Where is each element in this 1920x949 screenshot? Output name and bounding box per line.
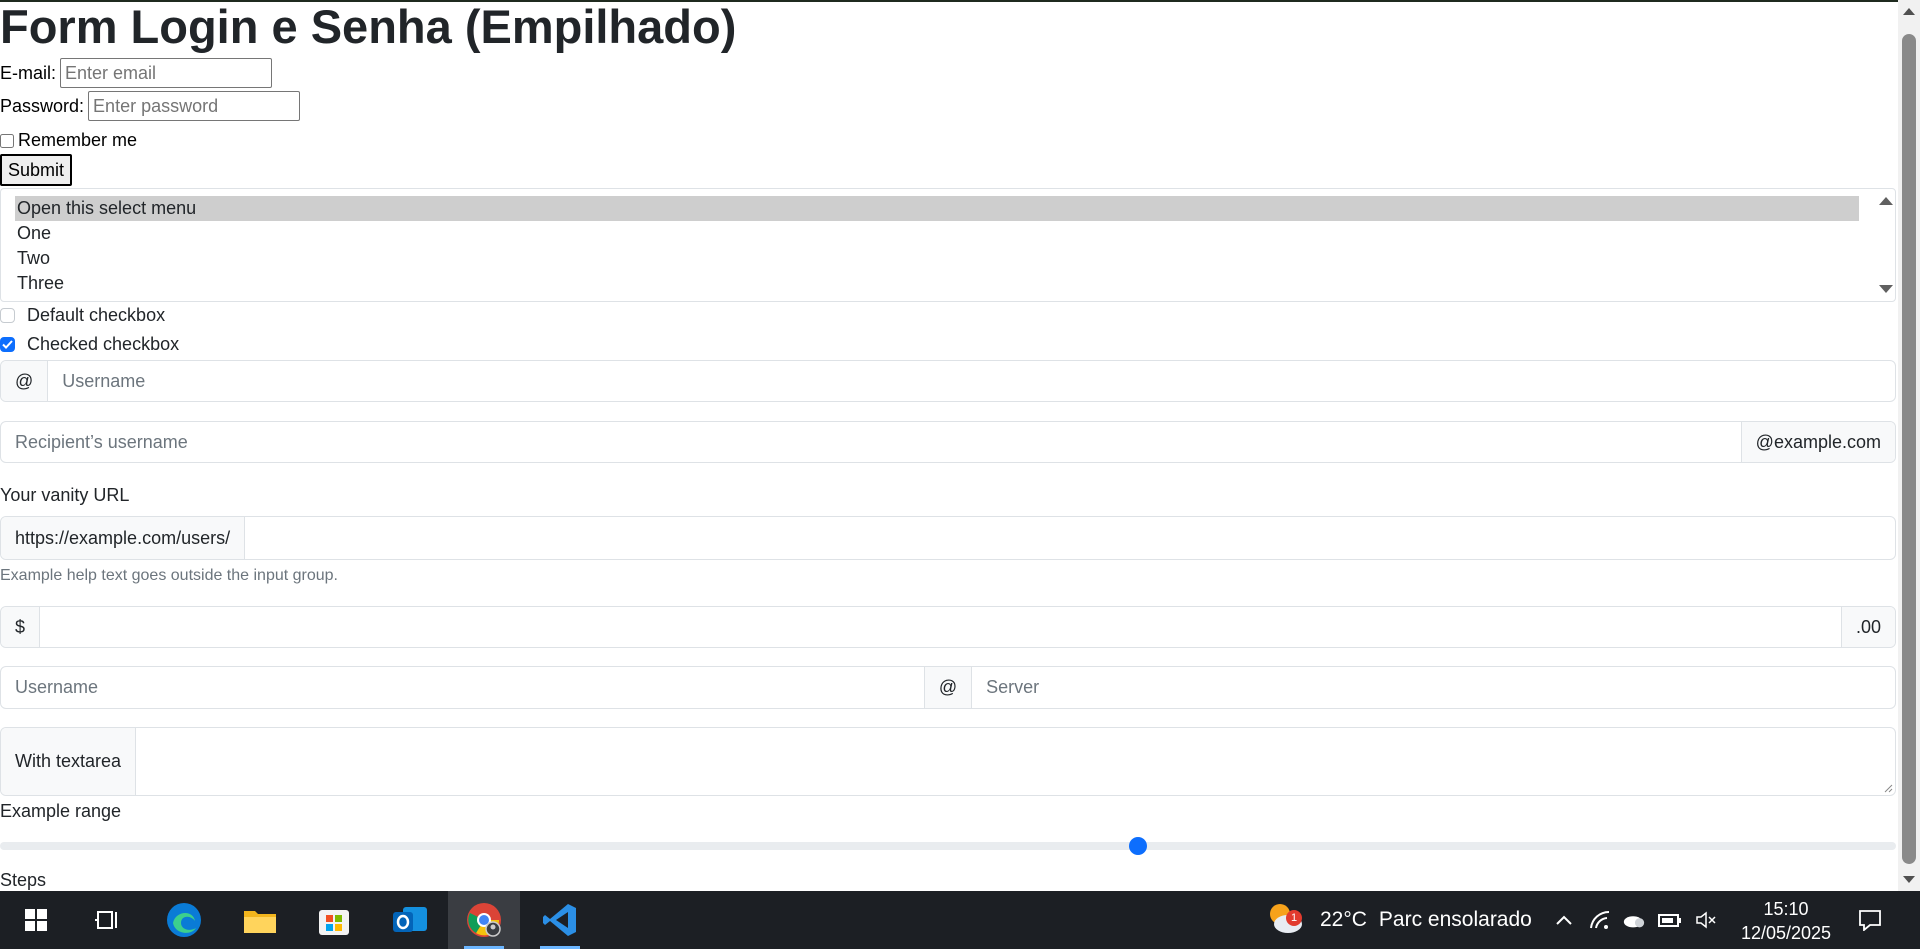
select-options: Open this select menu One Two Three	[15, 196, 1859, 296]
windows-logo-icon	[25, 909, 47, 931]
select-option[interactable]: Open this select menu	[15, 196, 1859, 221]
default-checkbox-label: Default checkbox	[27, 305, 166, 325]
chrome-button[interactable]	[448, 891, 520, 949]
vscode-button[interactable]	[524, 891, 596, 949]
edge-icon	[167, 903, 201, 937]
recipient-input-group: Recipient’s username @example.com	[0, 421, 1896, 463]
taskbar: 1 22°C Parc ensolarado 15:10 12/05/2025	[0, 891, 1920, 949]
server-input-group: Username @ Server	[0, 666, 1896, 709]
email-label: E-mail:	[0, 62, 57, 83]
folder-icon	[244, 911, 276, 933]
select-option[interactable]: One	[15, 221, 1859, 246]
vanity-url-label: Your vanity URL	[0, 485, 130, 505]
steps-label: Steps	[0, 870, 47, 890]
system-clock[interactable]: 15:10 12/05/2025	[1736, 897, 1836, 945]
username-input-group: @ Username	[0, 360, 1896, 402]
notifications-icon[interactable]	[1858, 908, 1882, 932]
task-view-button[interactable]	[72, 891, 144, 949]
select-option[interactable]: Three	[15, 271, 1859, 296]
browser-page: Form Login e Senha (Empilhado) E-mail: P…	[0, 0, 1898, 893]
domain-addon: @example.com	[1740, 422, 1895, 462]
show-hidden-icons-chevron-icon[interactable]	[1552, 908, 1576, 932]
weather-temperature: 22°C	[1320, 908, 1367, 931]
submit-button[interactable]: Submit	[0, 154, 73, 186]
textarea-addon: With textarea	[1, 728, 137, 795]
battery-icon[interactable]	[1658, 908, 1682, 932]
textarea-input-group: With textarea	[0, 727, 1896, 796]
checked-checkbox-row: Checked checkbox	[0, 334, 179, 355]
range-label: Example range	[0, 801, 122, 821]
checked-checkbox[interactable]	[0, 337, 15, 352]
volume-muted-icon[interactable]	[1694, 908, 1718, 932]
remember-checkbox[interactable]	[0, 133, 14, 148]
email-field[interactable]	[60, 58, 273, 88]
remember-row: Remember me	[0, 130, 137, 151]
page-scroll-thumb[interactable]	[1902, 34, 1916, 864]
page-scroll-up-icon[interactable]	[1903, 8, 1915, 15]
password-row: Password:	[0, 91, 301, 121]
vscode-icon	[543, 904, 576, 936]
wifi-icon[interactable]	[1588, 908, 1612, 932]
recipient-input[interactable]: Recipient’s username	[1, 422, 1741, 462]
remember-label: Remember me	[18, 130, 138, 150]
outlook-button[interactable]	[374, 891, 446, 949]
onedrive-cloud-icon[interactable]	[1622, 908, 1646, 932]
edge-button[interactable]	[148, 891, 220, 949]
textarea-input[interactable]	[136, 728, 1895, 795]
url-prefix-addon: https://example.com/users/	[1, 517, 246, 559]
vanity-url-input-group: https://example.com/users/	[0, 516, 1896, 560]
email-row: E-mail:	[0, 58, 273, 88]
amount-input-group: $ .00	[0, 606, 1896, 648]
select-option[interactable]: Two	[15, 246, 1859, 271]
scroll-up-arrow-icon[interactable]	[1879, 197, 1893, 205]
amount-input[interactable]	[40, 607, 1841, 647]
page-scrollbar[interactable]	[1898, 0, 1920, 891]
chrome-icon	[467, 903, 501, 937]
range-track[interactable]	[0, 842, 1896, 850]
select-scrollbar[interactable]	[1875, 189, 1895, 301]
outlook-icon	[393, 907, 427, 932]
default-checkbox[interactable]	[0, 308, 15, 323]
vanity-url-input[interactable]	[245, 517, 1895, 559]
weather-icon: 1	[1264, 900, 1308, 940]
scroll-down-arrow-icon[interactable]	[1879, 285, 1893, 293]
server-username-input[interactable]: Username	[1, 667, 925, 708]
password-field[interactable]	[88, 91, 301, 121]
task-view-icon	[95, 911, 117, 929]
file-explorer-button[interactable]	[224, 891, 296, 949]
username-input[interactable]: Username	[48, 361, 1895, 401]
windows-start-button[interactable]	[0, 891, 72, 949]
store-icon	[319, 910, 349, 935]
range-thumb[interactable]	[1129, 837, 1147, 855]
server-at-addon: @	[924, 667, 973, 708]
dollar-addon: $	[1, 607, 41, 647]
select-menu[interactable]: Open this select menu One Two Three	[0, 188, 1896, 302]
default-checkbox-row: Default checkbox	[0, 305, 165, 326]
weather-badge: 1	[1286, 910, 1302, 926]
microsoft-store-button[interactable]	[298, 891, 370, 949]
clock-date: 12/05/2025	[1740, 923, 1832, 943]
server-input[interactable]: Server	[972, 667, 1895, 708]
cents-addon: .00	[1840, 607, 1895, 647]
page-title: Form Login e Senha (Empilhado)	[0, 0, 737, 53]
resize-grip-icon[interactable]	[1883, 783, 1893, 793]
checkmark-icon	[2, 340, 13, 349]
password-label: Password:	[0, 95, 85, 116]
checked-checkbox-label: Checked checkbox	[27, 334, 180, 354]
page-scroll-down-icon[interactable]	[1903, 876, 1915, 883]
clock-time: 15:10	[1763, 899, 1809, 919]
vanity-help-text: Example help text goes outside the input…	[0, 567, 338, 584]
at-addon: @	[1, 361, 49, 401]
weather-description: Parc ensolarado	[1378, 908, 1532, 931]
weather-widget[interactable]: 1 22°C Parc ensolarado	[1264, 891, 1532, 949]
